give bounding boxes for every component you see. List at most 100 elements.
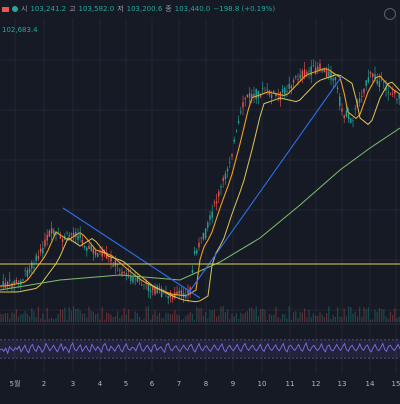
candle-body <box>42 248 44 254</box>
volume-bar <box>308 309 310 322</box>
candle-body <box>83 245 86 248</box>
volume-bar <box>211 310 213 322</box>
volume-bar <box>189 311 191 322</box>
candle-body <box>330 71 332 80</box>
candle-body <box>81 239 84 244</box>
candle-body <box>198 242 200 248</box>
candle-body <box>308 70 310 72</box>
open-label: 시 <box>21 5 28 13</box>
volume-bar <box>328 306 330 322</box>
candle-body <box>242 102 244 108</box>
volume-bar <box>161 317 163 322</box>
volume-bar <box>352 313 354 322</box>
candle-body <box>310 66 312 76</box>
price-chart[interactable]: 5월 2 3 4 5 6 7 8 9 10 11 12 13 14 15 <box>0 0 400 400</box>
candle-body <box>358 98 361 103</box>
volume-bar <box>75 308 77 322</box>
volume-bar <box>376 311 378 322</box>
settings-icon[interactable] <box>384 8 396 20</box>
volume-bar <box>147 306 149 322</box>
volume-bar <box>348 306 350 322</box>
candle-body <box>33 267 35 269</box>
volume-bar <box>2 314 4 322</box>
candle-body <box>152 287 154 291</box>
volume-bar <box>326 313 328 322</box>
candle-body <box>191 270 194 273</box>
volume-bar <box>31 307 33 322</box>
x-tick-label: 14 <box>366 380 375 388</box>
volume-bar <box>18 316 20 322</box>
candle-body <box>134 278 136 280</box>
volume-bar <box>7 313 9 322</box>
candle-body <box>229 162 231 164</box>
volume-bar <box>257 316 259 322</box>
volume-bar <box>128 309 130 322</box>
x-tick-label: 13 <box>338 380 347 388</box>
candle-body <box>178 290 180 294</box>
volume-bar <box>218 315 220 322</box>
candle-body <box>196 250 198 254</box>
candle-body <box>53 230 55 235</box>
candle-body <box>303 69 306 77</box>
candle-body <box>204 228 207 239</box>
candle-body <box>237 120 240 124</box>
volume-bar <box>26 313 28 322</box>
volume-bar <box>378 308 380 322</box>
volume-bar <box>145 306 147 322</box>
close-label: 종 <box>165 5 172 13</box>
volume-bar <box>33 311 35 322</box>
symbol-flag-icon <box>2 6 9 12</box>
volume-bar <box>339 316 341 322</box>
candle-body <box>288 84 290 89</box>
candle-body <box>352 120 354 122</box>
volume-bar <box>277 316 279 322</box>
volume-bar <box>95 314 97 322</box>
candle-body <box>240 111 242 113</box>
candle-body <box>383 81 385 83</box>
volume-bar <box>77 308 79 322</box>
volume-bar <box>194 319 196 322</box>
candle-body <box>17 280 20 282</box>
candle-body <box>224 173 227 180</box>
volume-bar <box>321 314 323 322</box>
volume-bar <box>264 309 266 322</box>
volume-bar <box>22 313 24 322</box>
volume-bar <box>4 313 6 322</box>
candle-body <box>295 75 297 78</box>
candle-body <box>279 92 282 101</box>
volume-bar <box>35 316 37 322</box>
volume-bar <box>319 312 321 322</box>
candle-body <box>220 186 222 188</box>
volume-bar <box>117 311 119 322</box>
candle-body <box>193 250 196 254</box>
candle-body <box>363 88 365 94</box>
volume-bar <box>383 309 385 322</box>
volume-bar <box>244 312 246 322</box>
ohlc-legend: 시 103,241.2 고 103,582.0 저 103,200.6 종 10… <box>0 0 400 18</box>
volume-bar <box>37 306 39 322</box>
volume-bar <box>315 315 317 322</box>
volume-bar <box>293 312 295 322</box>
volume-bar <box>150 319 152 322</box>
volume-bar <box>9 318 11 322</box>
candle-body <box>31 262 33 269</box>
volume-bar <box>209 310 211 322</box>
volume-bar <box>59 309 61 322</box>
volume-bar <box>178 315 180 322</box>
candle-body <box>207 222 209 228</box>
volume-bar <box>29 316 31 322</box>
candle-body <box>350 118 352 123</box>
volume-bar <box>48 318 50 322</box>
candle-body <box>361 96 363 97</box>
volume-bar <box>106 312 108 322</box>
candle-body <box>110 257 112 262</box>
candle-body <box>345 110 348 117</box>
volume-bar <box>284 314 286 322</box>
volume-bar <box>119 318 121 322</box>
candle-body <box>299 74 301 79</box>
candle-body <box>270 94 273 99</box>
candle-body <box>28 268 31 273</box>
volume-bar <box>288 306 290 322</box>
volume-bar <box>0 313 2 322</box>
candle-body <box>334 77 337 81</box>
